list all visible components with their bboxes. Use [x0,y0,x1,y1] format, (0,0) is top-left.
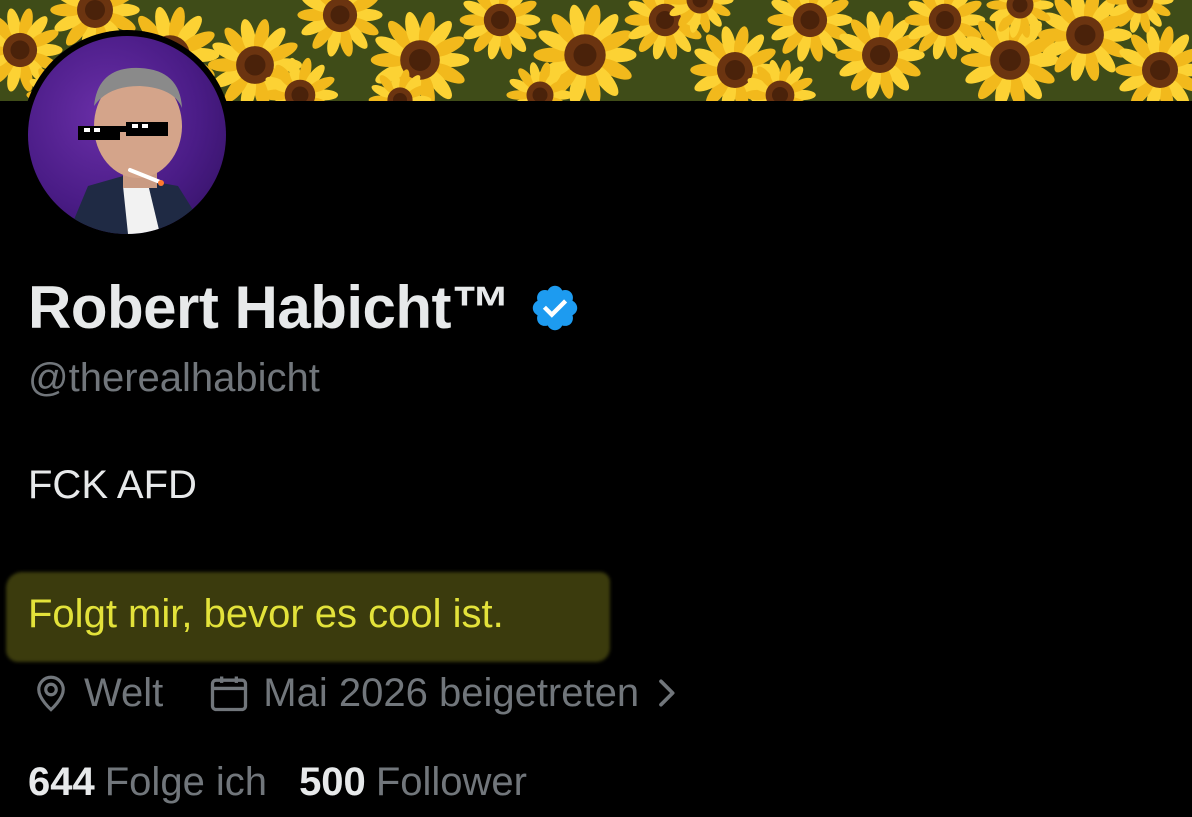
avatar-photo [28,36,226,234]
location-item: Welt [30,671,163,716]
joined-text: Mai 2026 beigetreten [263,670,640,715]
following-count: 644 [28,760,95,804]
profile-name-row: Robert Habicht™ [28,270,581,346]
chevron-right-icon [651,673,681,713]
calendar-icon [207,671,251,715]
display-name: Robert Habicht™ [28,274,511,341]
followers-label: Follower [375,760,527,804]
followers-count: 500 [299,760,366,804]
profile-stats: 644 Folge ich 500 Follower [28,762,527,802]
profile-bio: FCK AFD [28,463,197,507]
profile-tagline: Folgt mir, bevor es cool ist. [28,592,504,636]
joined-item[interactable]: Mai 2026 beigetreten [207,671,681,716]
followers-link[interactable]: 500 Follower [299,762,527,802]
profile-avatar[interactable] [22,30,232,240]
verified-badge-icon[interactable] [529,282,581,334]
profile-handle: @therealhabicht [28,356,320,400]
location-pin-icon [30,672,72,714]
following-label: Folge ich [104,760,268,804]
following-link[interactable]: 644 Folge ich [28,762,267,802]
location-text: Welt [84,670,164,715]
profile-meta: Welt Mai 2026 beigetreten [30,670,681,716]
